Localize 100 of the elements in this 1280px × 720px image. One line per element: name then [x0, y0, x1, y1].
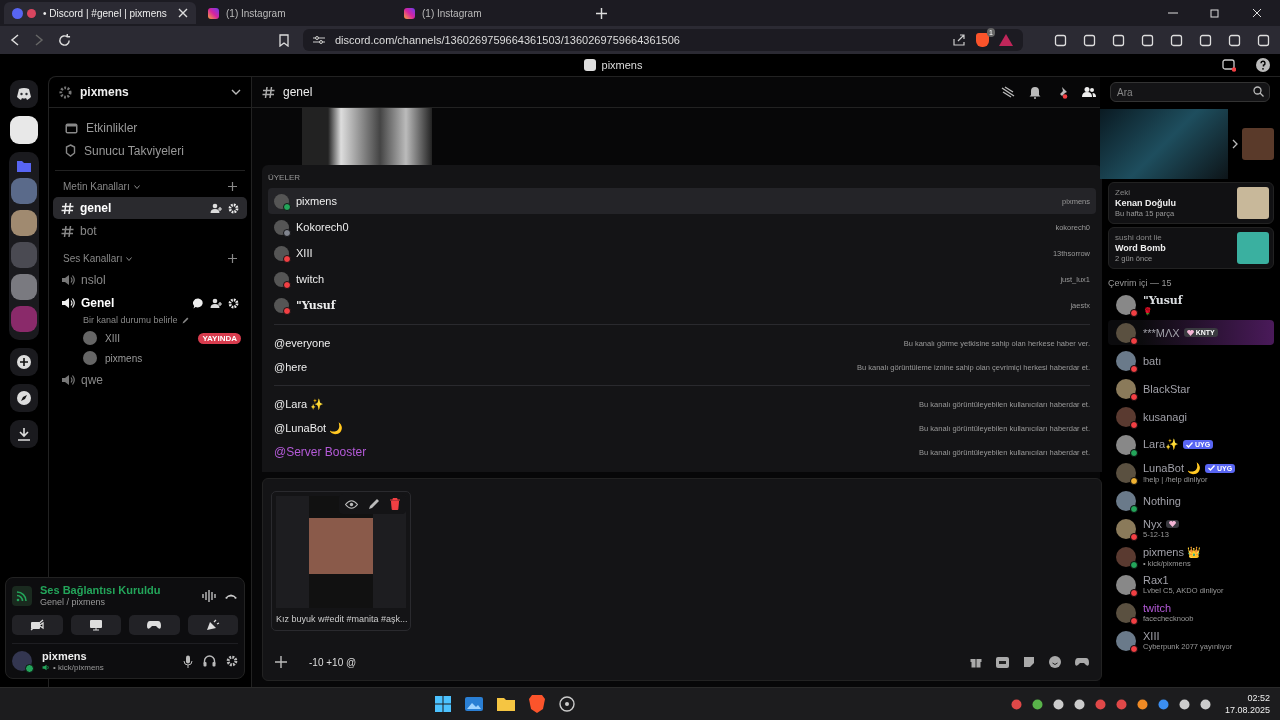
- gif-icon[interactable]: [996, 656, 1009, 668]
- browser-tab[interactable]: (1) Instagram: [396, 2, 588, 24]
- shield-icon: [65, 144, 76, 157]
- member-item[interactable]: kusanagi: [1108, 404, 1274, 429]
- microphone-icon[interactable]: [183, 654, 193, 668]
- new-tab-icon[interactable]: [596, 7, 607, 19]
- site-settings-icon[interactable]: [313, 35, 325, 45]
- folder-icon[interactable]: [497, 697, 516, 711]
- camera-off-button[interactable]: [12, 615, 63, 635]
- party-popper-icon: [205, 619, 220, 631]
- help-icon[interactable]: [1256, 58, 1270, 72]
- triangle-icon[interactable]: [999, 34, 1013, 46]
- settings-icon[interactable]: [226, 655, 238, 667]
- message-input[interactable]: -10 +10 @: [301, 655, 956, 669]
- eye-icon[interactable]: [345, 499, 358, 509]
- hash-icon: [61, 224, 74, 238]
- clock-time[interactable]: 02:52: [1247, 693, 1270, 703]
- gamepad-icon[interactable]: [1075, 657, 1089, 667]
- app-icon[interactable]: [1073, 698, 1085, 710]
- browser-tab[interactable]: (1) Instagram: [200, 2, 392, 24]
- clock-date[interactable]: 17.08.2025: [1224, 705, 1270, 715]
- channel-item[interactable]: genel: [53, 197, 247, 219]
- toolbar-icon[interactable]: [1112, 33, 1125, 47]
- sidebar-link[interactable]: Etkinlikler: [61, 116, 239, 139]
- chevron-icon[interactable]: [133, 184, 140, 189]
- invite-icon[interactable]: [210, 202, 222, 214]
- threads-icon[interactable]: [1001, 86, 1015, 98]
- chevron-icon[interactable]: [126, 256, 133, 261]
- search-field[interactable]: Ara: [1110, 82, 1270, 102]
- restore-icon[interactable]: [1210, 8, 1220, 18]
- app-icon[interactable]: [1136, 698, 1148, 710]
- share-icon[interactable]: [953, 34, 966, 46]
- camera-off-icon: [30, 619, 45, 631]
- voice-user-name[interactable]: pixmens: [105, 352, 143, 364]
- toolbar-icon[interactable]: [1257, 33, 1270, 47]
- add-server-icon[interactable]: [10, 348, 38, 376]
- member-item[interactable]: BlackStar: [1108, 376, 1274, 401]
- chevron-icon: [231, 89, 241, 95]
- back-icon[interactable]: [10, 34, 20, 46]
- gift-icon[interactable]: [970, 656, 982, 668]
- chat-bubble-icon[interactable]: [193, 297, 204, 309]
- pencil-icon[interactable]: [368, 498, 380, 510]
- app-icon[interactable]: [1199, 698, 1211, 710]
- download-icon[interactable]: [10, 420, 38, 448]
- server-icon[interactable]: [10, 116, 38, 144]
- channel-item[interactable]: Genel: [53, 292, 247, 314]
- screen-share-button[interactable]: [70, 615, 121, 635]
- add-channel-icon[interactable]: [228, 182, 237, 191]
- album-art: [1242, 128, 1274, 160]
- album-art: [1237, 187, 1269, 219]
- screen-icon[interactable]: [1222, 58, 1236, 72]
- toolbar-icon[interactable]: [1141, 33, 1154, 47]
- member-item[interactable]: Nothing: [1108, 488, 1274, 513]
- reload-icon[interactable]: [58, 33, 71, 47]
- close-icon[interactable]: [1252, 8, 1262, 18]
- voice-user-name[interactable]: XIII: [105, 332, 120, 344]
- toolbar-icon[interactable]: [1228, 33, 1241, 47]
- toolbar-icon[interactable]: [1199, 33, 1212, 47]
- forward-icon[interactable]: [34, 34, 44, 46]
- discord-logo-icon[interactable]: [10, 80, 38, 108]
- channel-item[interactable]: bot: [53, 220, 247, 242]
- channel-item[interactable]: qwe: [53, 369, 247, 391]
- user-name: pixmens: [42, 650, 88, 662]
- windows-start-icon[interactable]: [435, 696, 452, 712]
- app-icon[interactable]: [1157, 698, 1169, 710]
- app-icon[interactable]: [1178, 698, 1190, 710]
- headphones-icon[interactable]: [203, 655, 216, 667]
- channel-status[interactable]: Bir kanal durumu belirle: [83, 315, 178, 325]
- plus-icon[interactable]: [275, 656, 287, 668]
- bookmark-icon[interactable]: [279, 33, 289, 47]
- toolbar-icon[interactable]: [1083, 33, 1096, 47]
- avatar[interactable]: [12, 651, 32, 671]
- invite-icon[interactable]: [210, 297, 222, 309]
- soundboard-button[interactable]: [187, 615, 238, 635]
- app-icon[interactable]: [1052, 698, 1064, 710]
- app-icon[interactable]: [1031, 698, 1043, 710]
- member-item[interactable]: batı: [1108, 348, 1274, 373]
- category-label[interactable]: Ses Kanalları: [63, 253, 123, 264]
- voice-location[interactable]: Genel / pixmens: [40, 597, 161, 607]
- bell-icon[interactable]: [1029, 85, 1041, 99]
- gamepad-button[interactable]: [129, 615, 180, 635]
- channel-item[interactable]: nslol: [53, 269, 247, 291]
- compass-icon[interactable]: [10, 384, 38, 412]
- emoji-icon[interactable]: [1049, 656, 1061, 668]
- attachment-caption: Kız buyuk w#edit #manita #aşk...: [276, 613, 406, 626]
- photos-icon[interactable]: [465, 697, 484, 711]
- sidebar-link[interactable]: Sunucu Takviyeleri: [61, 139, 239, 162]
- trash-icon[interactable]: [390, 498, 400, 510]
- toolbar-icon[interactable]: [1054, 33, 1067, 47]
- toolbar-icon[interactable]: [1170, 33, 1183, 47]
- brave-shield-icon[interactable]: [976, 33, 989, 47]
- category-label[interactable]: Metin Kanalları: [63, 181, 130, 192]
- members-icon[interactable]: [1082, 86, 1096, 98]
- sound-wave-icon[interactable]: [202, 589, 216, 602]
- sticker-icon[interactable]: [1023, 656, 1035, 668]
- chevron-right-icon[interactable]: [1232, 139, 1238, 149]
- close-icon[interactable]: [178, 8, 188, 18]
- pencil-icon[interactable]: [181, 316, 189, 324]
- add-channel-icon[interactable]: [228, 254, 237, 263]
- browser-tab[interactable]: • Discord | #genel | pixmens: [4, 2, 196, 24]
